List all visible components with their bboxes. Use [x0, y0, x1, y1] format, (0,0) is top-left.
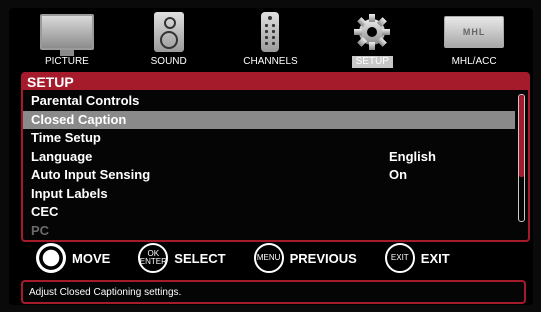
panel-title: SETUP	[23, 74, 528, 90]
menu-item-parental-controls[interactable]: Parental Controls	[23, 92, 515, 111]
menu-item-auto-input-sensing[interactable]: Auto Input Sensing On	[23, 166, 515, 185]
help-text: Adjust Closed Captioning settings.	[29, 287, 182, 298]
category-label: SETUP	[351, 56, 393, 68]
category-mhl-acc[interactable]: MHL MHL/ACC	[426, 10, 522, 68]
category-sound[interactable]: SOUND	[121, 10, 217, 68]
hint-exit: EXIT EXIT	[384, 243, 450, 273]
scrollbar[interactable]	[518, 94, 525, 222]
menu-item-input-labels[interactable]: Input Labels	[23, 185, 515, 204]
speaker-icon	[153, 12, 184, 52]
mhl-icon: MHL	[444, 16, 505, 48]
hint-previous: MENU PREVIOUS	[253, 243, 357, 273]
remote-icon	[261, 12, 280, 52]
menu-item-pc: PC	[31, 222, 50, 238]
scrollbar-thumb[interactable]	[519, 95, 524, 177]
tv-icon	[39, 14, 94, 56]
menu-item-cec[interactable]: CEC	[23, 203, 515, 222]
ok-enter-button-icon: OK ENTER	[138, 243, 169, 273]
help-text-bar: Adjust Closed Captioning settings.	[21, 280, 526, 304]
category-setup[interactable]: SETUP	[324, 10, 420, 68]
setup-panel: SETUP Parental Controls Closed Caption T…	[21, 72, 530, 242]
gear-icon	[354, 14, 391, 50]
menu-item-closed-caption[interactable]: Closed Caption	[23, 110, 515, 129]
category-bar: PICTURE SOUND CHANNELS SETUP MHL MHL/ACC	[16, 10, 525, 68]
hint-select: OK ENTER SELECT	[138, 243, 226, 273]
hint-move: MOVE	[36, 243, 110, 273]
navigation-hints: MOVE OK ENTER SELECT MENU PREVIOUS EXIT …	[36, 241, 516, 275]
category-label: CHANNELS	[243, 56, 298, 67]
exit-button-icon: EXIT	[384, 243, 415, 273]
menu-item-value: English	[389, 148, 436, 164]
menu-button-icon: MENU	[253, 243, 284, 273]
menu-list: Parental Controls Closed Caption Time Se…	[23, 92, 515, 240]
dpad-icon	[36, 243, 66, 273]
menu-item-time-setup[interactable]: Time Setup	[23, 129, 515, 148]
menu-item-value: On	[389, 167, 408, 182]
category-channels[interactable]: CHANNELS	[222, 10, 318, 68]
category-label: MHL/ACC	[451, 56, 497, 67]
menu-item-language[interactable]: Language English	[23, 148, 515, 167]
category-label: PICTURE	[44, 56, 89, 67]
category-label: SOUND	[150, 56, 187, 67]
category-picture[interactable]: PICTURE	[19, 10, 115, 68]
